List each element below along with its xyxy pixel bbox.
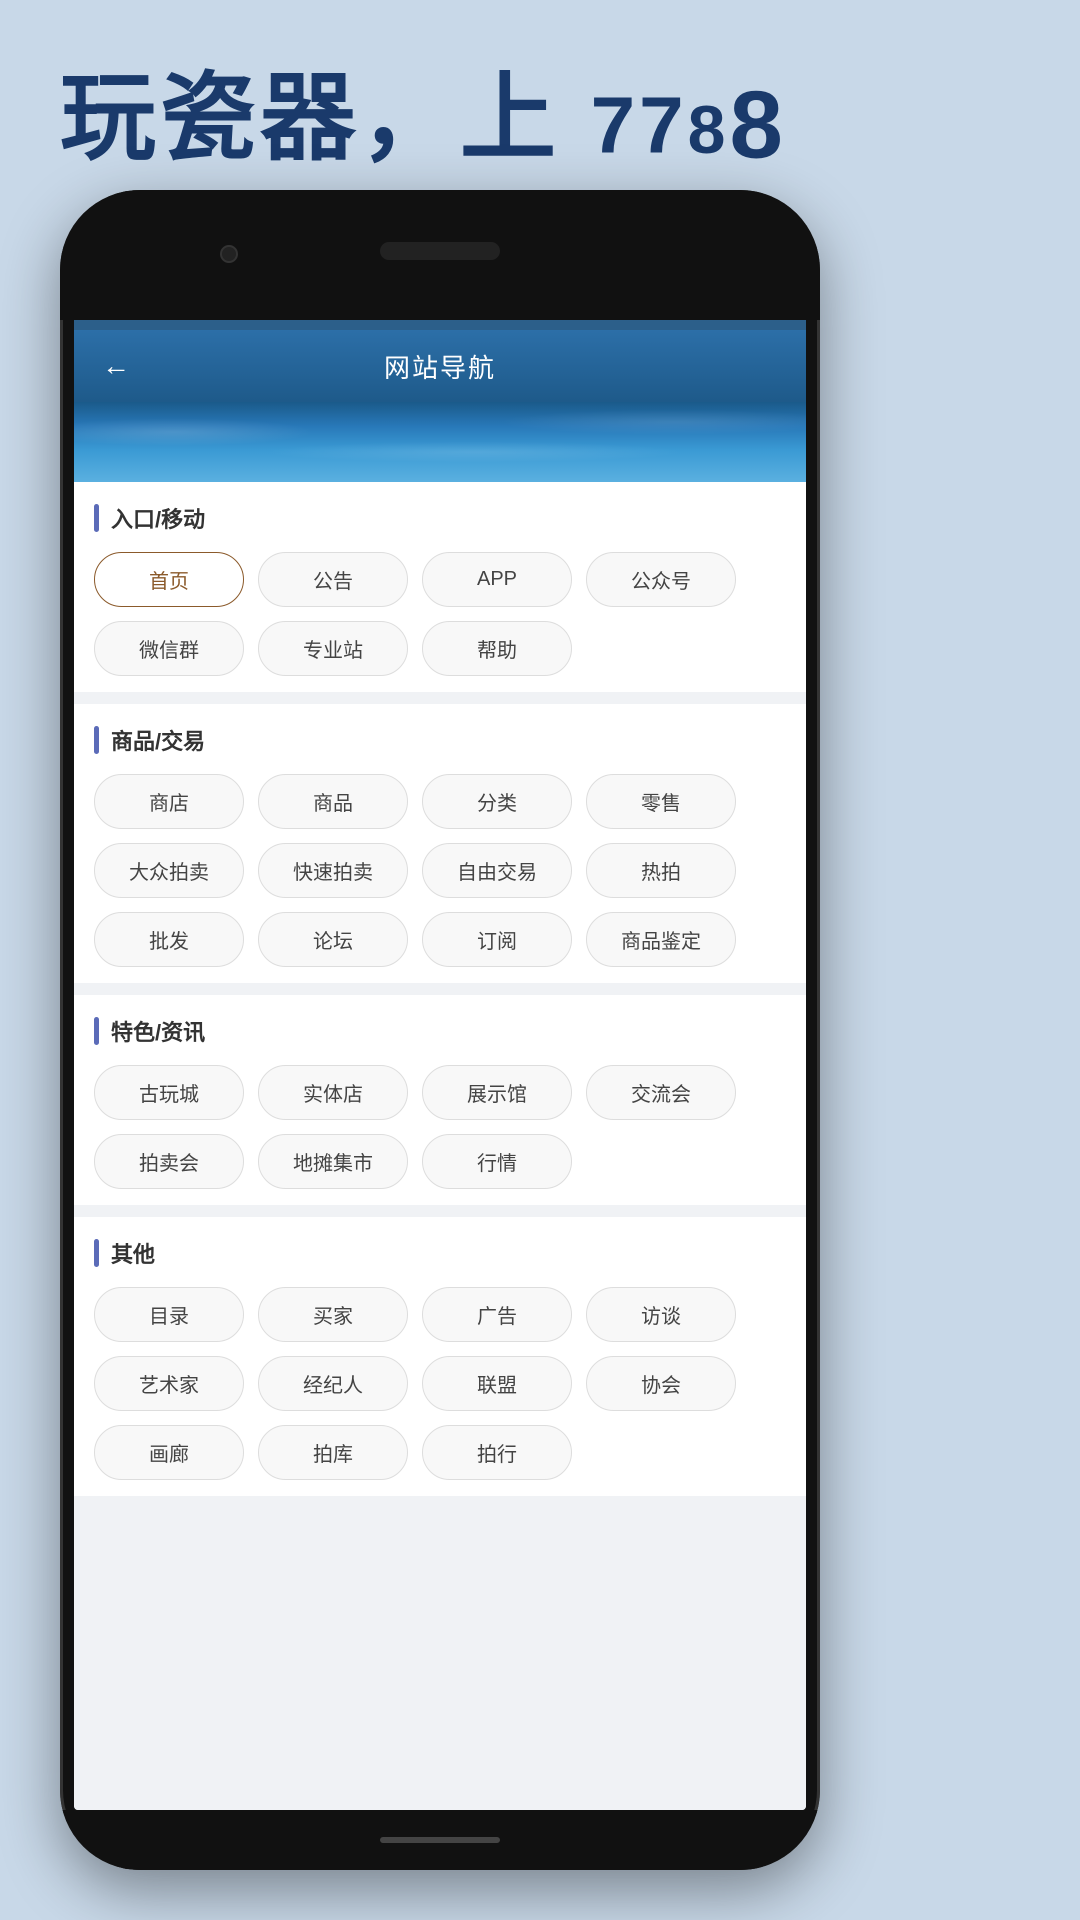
tag-btn-goods-6[interactable]: 自由交易 [422,843,572,898]
tag-btn-entry-6[interactable]: 帮助 [422,621,572,676]
tag-btn-entry-0[interactable]: 首页 [94,552,244,607]
app-header: ← 网站导航 [74,330,806,402]
tag-btn-others-10[interactable]: 拍行 [422,1425,572,1480]
section-title-entry: 入口/移动 [94,502,786,534]
section-goods: 商品/交易商店商品分类零售大众拍卖快速拍卖自由交易热拍批发论坛订阅商品鉴定 [74,704,806,983]
tag-btn-others-5[interactable]: 经纪人 [258,1356,408,1411]
section-label-features: 特色/资讯 [111,1015,205,1047]
phone-frame: HD 4G 👁 🔔 3:01 [60,190,820,1870]
tag-btn-others-8[interactable]: 画廊 [94,1425,244,1480]
tag-btn-goods-5[interactable]: 快速拍卖 [258,843,408,898]
tag-btn-others-4[interactable]: 艺术家 [94,1356,244,1411]
content-area[interactable]: 入口/移动首页公告 APP 公众号微信群专业站帮助商品/交易商店商品分类零售大众拍卖… [74,482,806,1810]
tag-btn-features-2[interactable]: 展示馆 [422,1065,572,1120]
section-title-others: 其他 [94,1237,786,1269]
wave-decoration [74,402,806,482]
tag-btn-others-9[interactable]: 拍库 [258,1425,408,1480]
section-others: 其他目录买家广告访谈艺术家经纪人联盟协会画廊拍库拍行 [74,1217,806,1496]
section-indicator-icon [94,504,99,532]
tag-btn-features-1[interactable]: 实体店 [258,1065,408,1120]
tag-btn-goods-0[interactable]: 商店 [94,774,244,829]
tag-btn-entry-3[interactable]: 公众号 [586,552,736,607]
front-camera [220,245,238,263]
back-button[interactable]: ← [94,342,138,390]
tag-btn-goods-8[interactable]: 批发 [94,912,244,967]
tag-btn-goods-2[interactable]: 分类 [422,774,572,829]
tag-btn-others-3[interactable]: 访谈 [586,1287,736,1342]
tags-grid-goods: 商店商品分类零售大众拍卖快速拍卖自由交易热拍批发论坛订阅商品鉴定 [94,774,786,967]
phone-screen: HD 4G 👁 🔔 3:01 [74,290,806,1810]
tag-btn-features-0[interactable]: 古玩城 [94,1065,244,1120]
tag-btn-goods-11[interactable]: 商品鉴定 [586,912,736,967]
tag-btn-features-5[interactable]: 地摊集市 [258,1134,408,1189]
tag-btn-goods-10[interactable]: 订阅 [422,912,572,967]
section-indicator-icon [94,1017,99,1045]
page-title: 网站导航 [384,348,496,385]
tag-btn-features-6[interactable]: 行情 [422,1134,572,1189]
section-entry: 入口/移动首页公告 APP 公众号微信群专业站帮助 [74,482,806,692]
tag-btn-goods-7[interactable]: 热拍 [586,843,736,898]
tag-btn-goods-9[interactable]: 论坛 [258,912,408,967]
earpiece-speaker [380,242,500,260]
tags-grid-others: 目录买家广告访谈艺术家经纪人联盟协会画廊拍库拍行 [94,1287,786,1480]
phone-top-bezel [60,190,820,320]
tag-btn-others-6[interactable]: 联盟 [422,1356,572,1411]
tag-btn-features-3[interactable]: 交流会 [586,1065,736,1120]
tag-btn-features-4[interactable]: 拍卖会 [94,1134,244,1189]
section-label-goods: 商品/交易 [111,724,205,756]
tag-btn-entry-5[interactable]: 专业站 [258,621,408,676]
section-title-features: 特色/资讯 [94,1015,786,1047]
app-tagline: 玩瓷器，上 7788 [60,40,787,181]
ocean-image [74,402,806,482]
section-label-entry: 入口/移动 [111,502,205,534]
section-title-goods: 商品/交易 [94,724,786,756]
tags-grid-features: 古玩城实体店展示馆交流会拍卖会地摊集市行情 [94,1065,786,1189]
phone-bottom-bezel [60,1810,820,1870]
tag-btn-others-0[interactable]: 目录 [94,1287,244,1342]
home-indicator [380,1837,500,1843]
section-indicator-icon [94,726,99,754]
tag-btn-entry-1[interactable]: 公告 [258,552,408,607]
tag-btn-entry-2[interactable]: APP [422,552,572,607]
tag-btn-goods-3[interactable]: 零售 [586,774,736,829]
section-features: 特色/资讯古玩城实体店展示馆交流会拍卖会地摊集市行情 [74,995,806,1205]
tag-btn-others-7[interactable]: 协会 [586,1356,736,1411]
tag-btn-others-2[interactable]: 广告 [422,1287,572,1342]
section-label-others: 其他 [111,1237,155,1269]
section-indicator-icon [94,1239,99,1267]
tag-btn-goods-1[interactable]: 商品 [258,774,408,829]
tag-btn-others-1[interactable]: 买家 [258,1287,408,1342]
tag-btn-entry-4[interactable]: 微信群 [94,621,244,676]
tags-grid-entry: 首页公告 APP 公众号微信群专业站帮助 [94,552,786,676]
tag-btn-goods-4[interactable]: 大众拍卖 [94,843,244,898]
